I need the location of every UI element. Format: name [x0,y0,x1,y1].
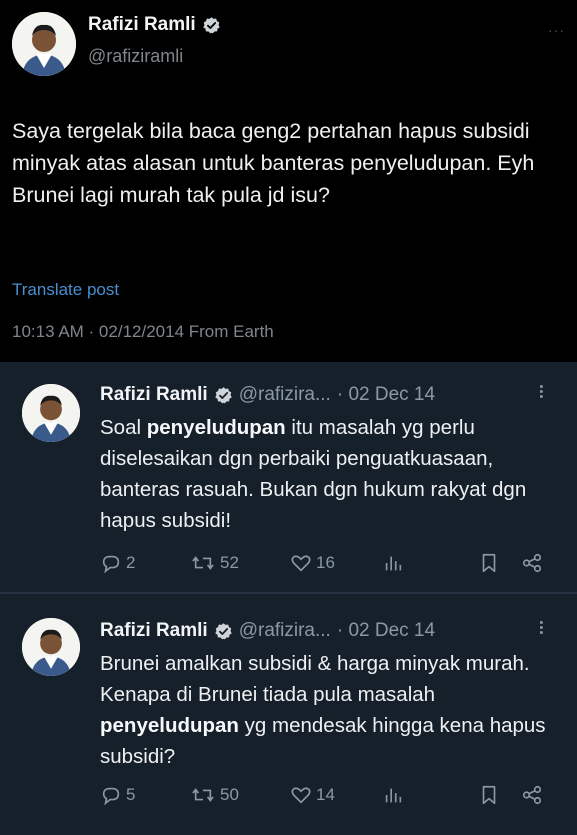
share-button[interactable] [520,784,544,806]
heart-icon [291,787,311,804]
post-timestamp[interactable]: 10:13 AM · 02/12/2014 From Earth [12,322,274,342]
reply-button[interactable]: 5 [100,784,135,806]
bookmark-button[interactable] [478,784,500,806]
retweet-count: 52 [220,553,239,572]
reply-button[interactable]: 2 [100,552,135,574]
author-handle[interactable]: @rafiziramli [88,46,183,67]
avatar[interactable] [22,384,80,442]
share-button[interactable] [520,552,544,574]
share-icon [522,553,542,573]
retweet-button[interactable]: 50 [190,784,239,806]
reply-icon [102,555,120,574]
action-bar: 2 52 16 [100,552,560,580]
bookmark-button[interactable] [478,552,500,574]
like-button[interactable]: 14 [290,784,335,806]
retweet-icon [192,788,214,802]
like-count: 16 [316,553,335,572]
action-bar: 5 50 14 [100,784,560,812]
post-author[interactable]: Rafizi Ramli [88,14,221,36]
reply-count: 2 [126,553,136,572]
retweet-button[interactable]: 52 [190,552,239,574]
divider [0,592,577,594]
heart-icon [291,555,311,572]
avatar[interactable] [12,12,76,76]
post-text: Saya tergelak bila baca geng2 pertahan h… [12,119,535,207]
share-icon [522,785,542,805]
reply-icon [102,787,120,806]
more-options-icon[interactable]: ··· [548,22,565,38]
reply-thread: Rafizi Ramli @rafizira... · 02 Dec 14 ··… [0,362,577,835]
reply-text: Soal penyeludupan itu masalah yg perlu d… [100,416,527,532]
more-options-icon[interactable]: ··· [530,620,551,635]
translate-link[interactable]: Translate post [12,280,119,300]
main-post: Rafizi Ramli @rafiziramli ··· Saya terge… [0,0,577,362]
bookmark-icon [482,785,496,805]
like-button[interactable]: 16 [290,552,335,574]
avatar[interactable] [22,618,80,676]
reply-text: Brunei amalkan subsidi & harga minyak mu… [100,652,546,768]
author-name[interactable]: Rafizi Ramli [100,620,208,642]
like-count: 14 [316,785,335,804]
author-handle[interactable]: @rafizira... [239,384,331,406]
author-handle[interactable]: @rafizira... [239,620,331,642]
author-name[interactable]: Rafizi Ramli [88,14,196,36]
verified-badge-icon [214,386,232,403]
verified-badge-icon [202,16,220,33]
analytics-button[interactable] [382,784,404,806]
reply-header: Rafizi Ramli @rafizira... · 02 Dec 14 [100,384,435,406]
bookmark-icon [482,553,496,573]
author-name[interactable]: Rafizi Ramli [100,384,208,406]
retweet-icon [192,556,214,570]
reply-header: Rafizi Ramli @rafizira... · 02 Dec 14 [100,620,435,642]
more-options-icon[interactable]: ··· [530,384,551,399]
verified-badge-icon [214,622,232,639]
reply-date[interactable]: · 02 Dec 14 [337,384,435,406]
reply-date[interactable]: · 02 Dec 14 [337,620,435,642]
analytics-icon [385,556,402,571]
analytics-button[interactable] [382,552,404,574]
reply-count: 5 [126,785,136,804]
retweet-count: 50 [220,785,239,804]
analytics-icon [385,788,402,803]
